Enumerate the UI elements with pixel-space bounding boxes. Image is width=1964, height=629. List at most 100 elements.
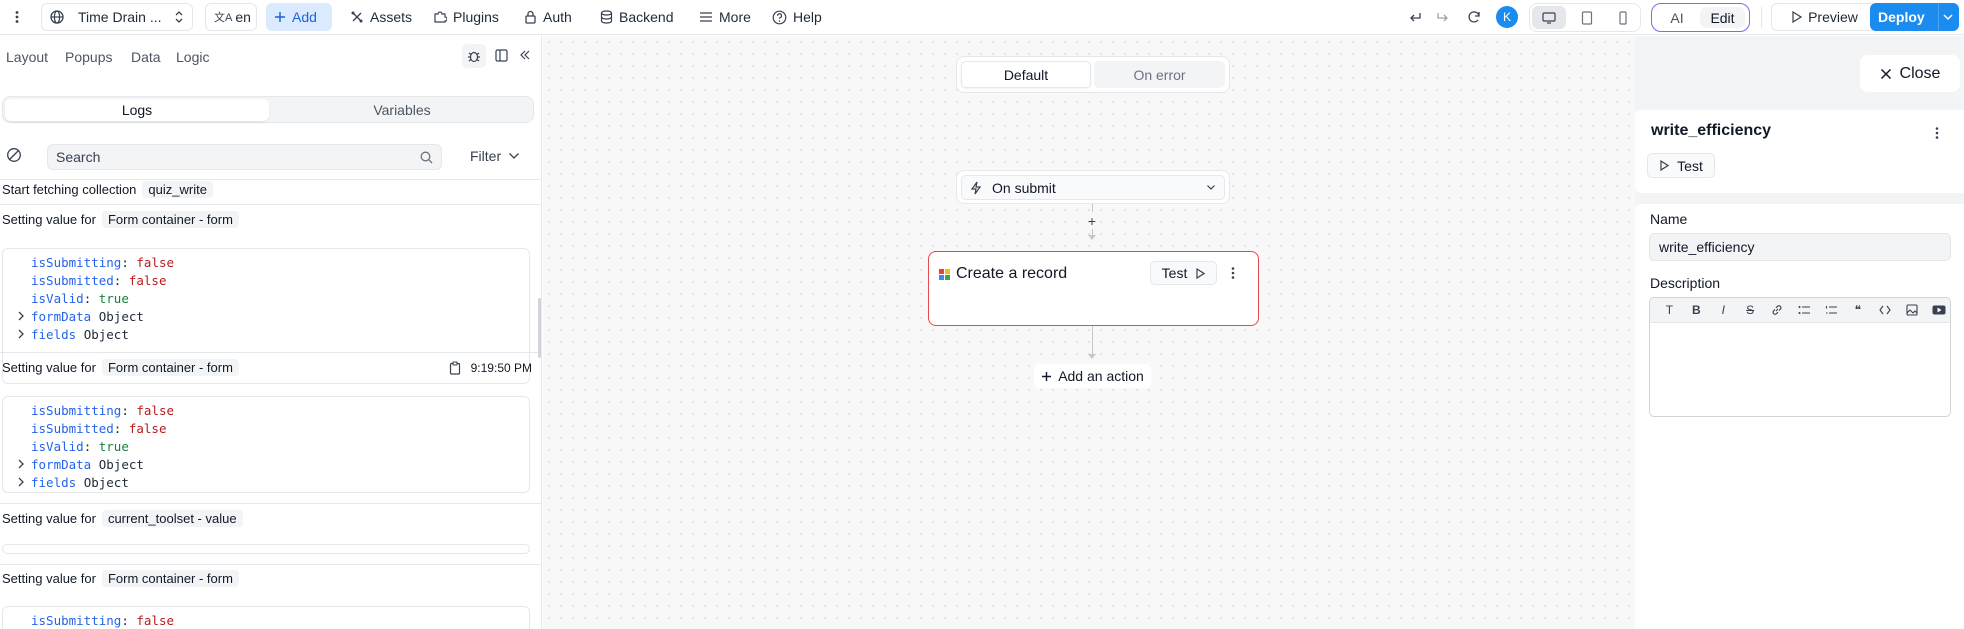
test-label: Test bbox=[1161, 265, 1188, 281]
close-icon bbox=[1880, 68, 1892, 80]
tab-popups[interactable]: Popups bbox=[65, 49, 112, 65]
expandable-formdata[interactable]: formData Object bbox=[3, 455, 529, 473]
split-panel-icon[interactable] bbox=[491, 45, 511, 65]
close-label: Close bbox=[1899, 64, 1941, 82]
bug-icon[interactable] bbox=[462, 44, 486, 68]
play-icon bbox=[1195, 267, 1206, 279]
chevron-down-icon bbox=[1206, 184, 1216, 191]
redo-icon[interactable] bbox=[1430, 3, 1456, 31]
italic-icon[interactable]: I bbox=[1710, 303, 1737, 317]
deploy-divider bbox=[1938, 3, 1939, 31]
log-timestamp: 9:19:50 PM bbox=[470, 360, 532, 375]
plugins-button[interactable]: Plugins bbox=[425, 3, 507, 31]
text-style-icon[interactable]: T bbox=[1656, 303, 1683, 317]
log-chip: Form container - form bbox=[101, 211, 239, 228]
code-line: isSubmitted: false bbox=[31, 272, 167, 288]
chevron-right-icon bbox=[17, 458, 25, 470]
scrollbar-thumb[interactable] bbox=[538, 298, 541, 358]
assets-button[interactable]: Assets bbox=[342, 3, 420, 31]
more-button[interactable]: More bbox=[691, 3, 759, 31]
trigger-label: On submit bbox=[992, 179, 1056, 196]
language-button[interactable]: 文A en bbox=[205, 3, 257, 31]
undo-icon[interactable] bbox=[1402, 3, 1428, 31]
action-card[interactable]: Create a record Test bbox=[928, 251, 1259, 326]
divider bbox=[0, 352, 541, 353]
chevron-down-icon[interactable] bbox=[1942, 12, 1954, 22]
test-workflow-button[interactable]: Test bbox=[1647, 153, 1715, 178]
chevron-right-icon bbox=[17, 476, 25, 488]
expandable-fields[interactable]: fields Object bbox=[3, 325, 529, 343]
trigger-select[interactable]: On submit bbox=[961, 175, 1225, 200]
expandable-formdata[interactable]: formData Object bbox=[3, 307, 529, 325]
tab-logs[interactable]: Logs bbox=[5, 99, 269, 121]
lock-icon bbox=[524, 10, 537, 24]
tab-on-error[interactable]: On error bbox=[1094, 61, 1225, 88]
globe-icon bbox=[50, 10, 64, 24]
description-editor[interactable]: T B I S ❝ bbox=[1649, 297, 1951, 417]
edit-mode-button[interactable]: Edit bbox=[1700, 7, 1745, 28]
filter-button[interactable]: Filter bbox=[470, 148, 520, 164]
code-icon[interactable] bbox=[1871, 305, 1898, 315]
kebab-menu-icon[interactable] bbox=[1230, 266, 1236, 280]
tab-data[interactable]: Data bbox=[131, 49, 161, 65]
tab-logic[interactable]: Logic bbox=[176, 49, 209, 65]
backend-label: Backend bbox=[619, 9, 674, 25]
plugins-label: Plugins bbox=[453, 9, 499, 25]
expandable-fields[interactable]: fields Object bbox=[3, 473, 529, 491]
puzzle-icon bbox=[433, 10, 447, 24]
name-field[interactable]: write_efficiency bbox=[1649, 233, 1951, 261]
video-icon[interactable] bbox=[1925, 305, 1950, 315]
tab-variables[interactable]: Variables bbox=[271, 99, 533, 121]
collapse-panel-icon[interactable] bbox=[515, 45, 535, 65]
trigger-card[interactable]: On submit bbox=[956, 170, 1230, 204]
kebab-menu-icon[interactable] bbox=[1934, 126, 1940, 140]
clipboard-icon[interactable] bbox=[449, 360, 461, 375]
log-text: Start fetching collection bbox=[2, 182, 137, 197]
add-button[interactable]: Add bbox=[266, 3, 332, 31]
chevron-updown-icon bbox=[174, 10, 184, 24]
deploy-button[interactable]: Deploy bbox=[1870, 3, 1959, 31]
image-icon[interactable] bbox=[1898, 304, 1925, 316]
search-input[interactable]: Search bbox=[47, 144, 442, 170]
logs-variables-switch: Logs Variables bbox=[2, 96, 534, 123]
auth-button[interactable]: Auth bbox=[516, 3, 580, 31]
numbered-list-icon[interactable] bbox=[1817, 305, 1844, 315]
insert-step-plus-icon[interactable]: + bbox=[1085, 213, 1099, 229]
arrow-head bbox=[1088, 354, 1096, 359]
quote-icon[interactable]: ❝ bbox=[1844, 303, 1871, 317]
kebab-menu-icon[interactable] bbox=[4, 3, 30, 31]
log-chip: current_toolset - value bbox=[101, 510, 243, 527]
tab-default[interactable]: Default bbox=[961, 61, 1091, 88]
assets-icon bbox=[350, 10, 364, 24]
clear-logs-icon[interactable] bbox=[6, 147, 22, 163]
app-switcher[interactable]: Time Drain ... bbox=[41, 3, 193, 31]
bullet-list-icon[interactable] bbox=[1791, 305, 1818, 315]
avatar[interactable]: K bbox=[1496, 6, 1518, 28]
chevron-down-icon bbox=[508, 152, 520, 160]
mobile-icon[interactable] bbox=[1606, 6, 1640, 29]
preview-button[interactable]: Preview bbox=[1771, 3, 1878, 31]
device-switcher bbox=[1529, 3, 1641, 32]
close-button[interactable]: Close bbox=[1860, 55, 1960, 92]
log-chip: quiz_write bbox=[142, 181, 213, 198]
connector-line bbox=[1092, 204, 1093, 212]
ai-edit-toggle: AI Edit bbox=[1651, 3, 1750, 32]
workflow-canvas[interactable]: Default On error On submit + Create a re… bbox=[543, 36, 1635, 629]
code-line: isValid: true bbox=[31, 290, 129, 306]
flow-tabs: Default On error bbox=[956, 56, 1230, 93]
strikethrough-icon[interactable]: S bbox=[1737, 303, 1764, 317]
bold-icon[interactable]: B bbox=[1683, 303, 1710, 317]
refresh-icon[interactable] bbox=[1461, 3, 1487, 31]
link-icon[interactable] bbox=[1764, 304, 1791, 316]
add-action-button[interactable]: Add an action bbox=[1034, 364, 1151, 388]
divider bbox=[0, 179, 541, 180]
desktop-icon[interactable] bbox=[1532, 6, 1566, 29]
divider bbox=[0, 564, 541, 565]
tablet-icon[interactable] bbox=[1570, 6, 1604, 29]
help-button[interactable]: Help bbox=[764, 3, 830, 31]
log-chip: Form container - form bbox=[101, 570, 239, 587]
tab-layout[interactable]: Layout bbox=[6, 49, 48, 65]
backend-button[interactable]: Backend bbox=[592, 3, 681, 31]
ai-mode-button[interactable]: AI bbox=[1655, 7, 1699, 28]
test-action-button[interactable]: Test bbox=[1150, 261, 1217, 285]
